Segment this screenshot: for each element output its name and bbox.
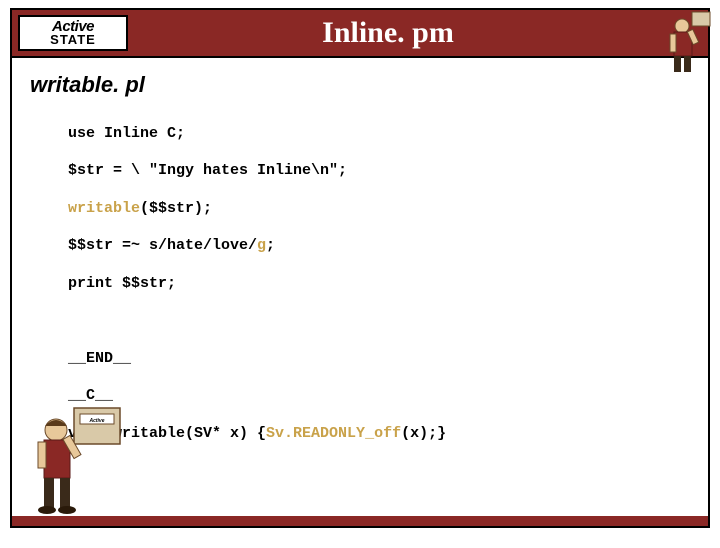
- logo-text-bottom: STATE: [50, 34, 96, 46]
- slide-frame: Active STATE Inline. pm writable. pl use…: [10, 8, 710, 528]
- slide-title: Inline. pm: [128, 16, 708, 50]
- code-line-1: use Inline C;: [68, 125, 708, 144]
- svg-text:Active: Active: [88, 418, 104, 424]
- mascot-bottom-icon: Active: [30, 406, 125, 516]
- mascot-top-icon: [660, 6, 720, 76]
- code-line-7: __C__: [68, 387, 708, 406]
- header-bar: Active STATE Inline. pm: [12, 10, 708, 58]
- code-highlight-readonly: Sv.READONLY_off: [266, 425, 401, 442]
- code-highlight-writable: writable: [68, 200, 140, 217]
- code-line-4: $$str =~ s/hate/love/g;: [68, 237, 708, 256]
- code-line-2: $str = \ "Ingy hates Inline\n";: [68, 162, 708, 181]
- activestate-logo: Active STATE: [18, 15, 128, 51]
- code-line-8: void writable(SV* x) {Sv.READONLY_off(x)…: [68, 425, 708, 444]
- code-line-3: writable($$str);: [68, 200, 708, 219]
- code-blank: [68, 312, 708, 331]
- footer-bar: [12, 516, 708, 526]
- code-line-6: __END__: [68, 350, 708, 369]
- slide-subtitle: writable. pl: [12, 58, 708, 106]
- code-line-5: print $$str;: [68, 275, 708, 294]
- code-highlight-g: g: [257, 237, 266, 254]
